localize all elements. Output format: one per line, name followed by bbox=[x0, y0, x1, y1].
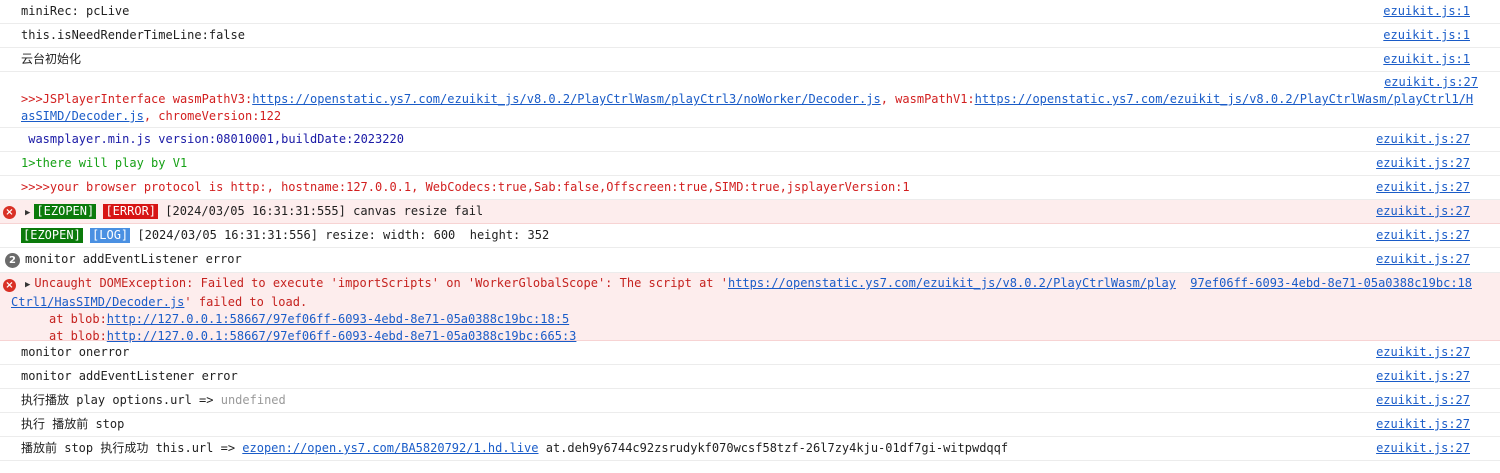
log-row: 播放前 stop 执行成功 this.url => ezopen://open.… bbox=[0, 437, 1500, 461]
log-row: 云台初始化 ezuikit.js:1 bbox=[0, 48, 1500, 72]
log-row: 执行播放 play options.url => undefined ezuik… bbox=[0, 389, 1500, 413]
source-link[interactable]: ezuikit.js:27 bbox=[1376, 155, 1470, 172]
log-row: monitor addEventListener error ezuikit.j… bbox=[0, 365, 1500, 389]
log-message: miniRec: pcLive bbox=[21, 4, 130, 18]
console-log: miniRec: pcLive ezuikit.js:1 this.isNeed… bbox=[0, 0, 1500, 461]
log-message: [2024/03/05 16:31:31:556] resize: width:… bbox=[130, 228, 550, 242]
log-tag: [LOG] bbox=[90, 228, 131, 243]
log-mid: , wasmPathV1: bbox=[880, 92, 975, 106]
source-link[interactable]: ezuikit.js:27 bbox=[1376, 131, 1470, 148]
log-message: 1>there will play by V1 bbox=[21, 156, 188, 170]
log-message: 云台初始化 bbox=[21, 52, 82, 66]
source-link[interactable]: ezuikit.js:1 bbox=[1383, 27, 1470, 44]
log-message: [2024/03/05 16:31:31:555] canvas resize … bbox=[158, 204, 484, 218]
source-link[interactable]: ezuikit.js:27 bbox=[1376, 251, 1470, 268]
log-row: 2 monitor addEventListener error ezuikit… bbox=[0, 248, 1500, 273]
ezopen-tag: [EZOPEN] bbox=[21, 228, 83, 243]
log-row: 执行 播放前 stop ezuikit.js:27 bbox=[0, 413, 1500, 437]
log-message: 执行播放 play options.url => bbox=[21, 393, 221, 407]
log-row: monitor onerror ezuikit.js:27 bbox=[0, 341, 1500, 365]
source-link[interactable]: ezuikit.js:27 bbox=[1376, 440, 1470, 457]
log-row: this.isNeedRenderTimeLine:false ezuikit.… bbox=[0, 24, 1500, 48]
log-message: monitor addEventListener error bbox=[25, 252, 242, 266]
log-message: monitor onerror bbox=[21, 345, 130, 359]
error-suffix: ' failed to load. bbox=[184, 295, 308, 309]
log-message: wasmplayer.min.js version:08010001,build… bbox=[21, 132, 404, 146]
undefined-value: undefined bbox=[220, 393, 286, 407]
error-icon: × bbox=[3, 206, 16, 219]
source-link[interactable]: ezuikit.js:1 bbox=[1383, 3, 1470, 20]
expand-triangle-icon[interactable]: ▶ bbox=[25, 205, 30, 222]
error-message-cont: Ctrl1/HasSIMD/Decoder.js' failed to load… bbox=[11, 294, 1472, 311]
source-link[interactable]: ezuikit.js:27 bbox=[1376, 368, 1470, 385]
error-prefix: Uncaught DOMException: Failed to execute… bbox=[34, 276, 728, 290]
script-link[interactable]: https://openstatic.ys7.com/ezuikit_js/v8… bbox=[728, 276, 1176, 290]
log-message: monitor addEventListener error bbox=[21, 369, 238, 383]
log-row: >>>>your browser protocol is http:, host… bbox=[0, 176, 1500, 200]
log-row-error: × ▶ [EZOPEN] [ERROR] [2024/03/05 16:31:31… bbox=[0, 200, 1500, 224]
log-message: this.isNeedRenderTimeLine:false bbox=[21, 28, 245, 42]
source-link[interactable]: ezuikit.js:27 bbox=[1376, 203, 1470, 220]
log-prefix: >>>JSPlayerInterface wasmPathV3: bbox=[21, 92, 253, 106]
ezopen-url-link[interactable]: ezopen://open.ys7.com/BA5820792/1.hd.liv… bbox=[242, 441, 538, 455]
log-row: miniRec: pcLive ezuikit.js:1 bbox=[0, 0, 1500, 24]
error-message: ▶ Uncaught DOMException: Failed to execut… bbox=[25, 275, 1472, 294]
source-link[interactable]: ezuikit.js:1 bbox=[1383, 51, 1470, 68]
stack-prefix: at blob: bbox=[49, 312, 107, 326]
error-tag: [ERROR] bbox=[103, 204, 159, 219]
log-suffix: at.deh9y6744c92zsrudykf070wcsf58tzf-26l7… bbox=[538, 441, 1009, 455]
log-message: 执行 播放前 stop bbox=[21, 417, 125, 431]
log-row: [EZOPEN] [LOG] [2024/03/05 16:31:31:556]… bbox=[0, 224, 1500, 248]
ezopen-tag: [EZOPEN] bbox=[34, 204, 97, 219]
log-suffix: , chromeVersion:122 bbox=[143, 109, 282, 123]
source-link[interactable]: ezuikit.js:27 bbox=[1376, 416, 1470, 433]
log-row-error: × ▶ Uncaught DOMException: Failed to exec… bbox=[0, 273, 1500, 343]
stack-link[interactable]: http://127.0.0.1:58667/97ef06ff-6093-4eb… bbox=[107, 312, 569, 326]
log-message: >>>>your browser protocol is http:, host… bbox=[21, 180, 910, 194]
log-row: 1>there will play by V1 ezuikit.js:27 bbox=[0, 152, 1500, 176]
source-link[interactable]: 97ef06ff-6093-4ebd-8e71-05a0388c19bc:18 bbox=[1190, 275, 1472, 292]
log-row: ezuikit.js:27 >>>JSPlayerInterface wasmP… bbox=[0, 72, 1500, 128]
log-row: wasmplayer.min.js version:08010001,build… bbox=[0, 128, 1500, 152]
script-link-cont[interactable]: Ctrl1/HasSIMD/Decoder.js bbox=[11, 295, 184, 309]
wasm-v3-link[interactable]: https://openstatic.ys7.com/ezuikit_js/v8… bbox=[252, 92, 881, 106]
expand-triangle-icon[interactable]: ▶ bbox=[25, 277, 30, 294]
source-link[interactable]: ezuikit.js:27 bbox=[1376, 344, 1470, 361]
repeat-count-badge: 2 bbox=[5, 253, 20, 268]
source-link[interactable]: ezuikit.js:27 bbox=[1376, 227, 1470, 244]
log-message: >>>JSPlayerInterface wasmPathV3:https://… bbox=[21, 91, 1478, 125]
log-message: 播放前 stop 执行成功 this.url => bbox=[21, 441, 243, 455]
error-icon: × bbox=[3, 279, 16, 292]
source-link[interactable]: ezuikit.js:27 bbox=[1376, 179, 1470, 196]
source-link[interactable]: ezuikit.js:27 bbox=[1376, 392, 1470, 409]
source-link[interactable]: ezuikit.js:27 bbox=[21, 74, 1478, 91]
stack-frame: at blob:http://127.0.0.1:58667/97ef06ff-… bbox=[25, 311, 1472, 328]
